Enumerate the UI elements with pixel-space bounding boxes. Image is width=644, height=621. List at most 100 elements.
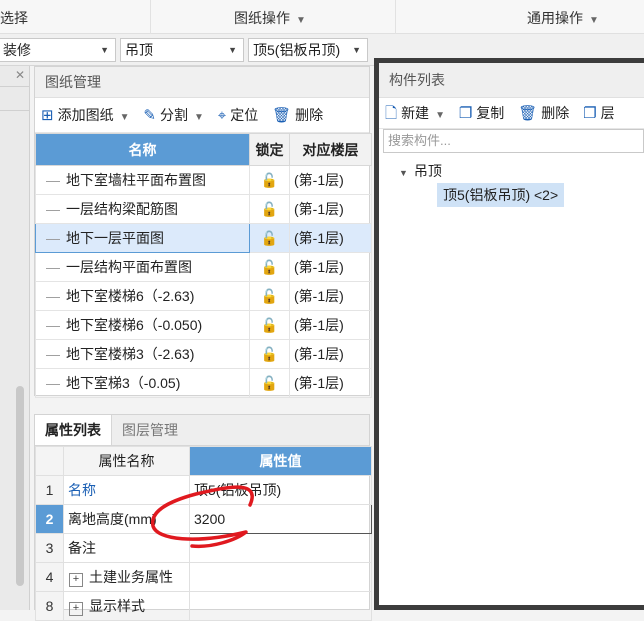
tab-property-list[interactable]: 属性列表: [35, 415, 112, 445]
chevron-down-icon: ▼: [228, 45, 237, 55]
ribbon-toolbar: 选择 图纸操作 ▼ 通用操作 ▼: [0, 0, 644, 34]
ribbon-divider: [395, 0, 396, 34]
type-select-value: 吊顶: [125, 42, 153, 58]
table-header-row: 属性名称 属性值: [35, 446, 372, 476]
table-row[interactable]: — 地下室楼梯6（-0.050) 🔓 (第-1层): [35, 310, 372, 340]
property-table: 属性名称 属性值 1 名称 顶5(铝板吊顶) 2 离地高度(mm) 3200 3…: [35, 446, 372, 621]
close-icon[interactable]: ✕: [15, 68, 25, 82]
add-drawing-label: 添加图纸: [57, 107, 114, 123]
locate-button[interactable]: ⌖ 定位: [218, 98, 258, 133]
add-drawing-button[interactable]: ⊞ 添加图纸 ▼: [41, 98, 129, 135]
chevron-down-icon[interactable]: ▼: [399, 168, 408, 178]
table-row[interactable]: 8 + 显示样式: [35, 591, 372, 621]
general-ops-menu[interactable]: 通用操作 ▼: [527, 8, 599, 28]
select-group-label[interactable]: 选择: [0, 8, 28, 28]
component-tree: ▼ 吊顶 顶5(铝板吊顶) <2>: [379, 159, 644, 207]
table-row[interactable]: 4 + 土建业务属性: [35, 562, 372, 592]
table-row[interactable]: — 地下室楼梯3（-2.63) 🔓 (第-1层): [35, 339, 372, 369]
ribbon-divider: [150, 0, 151, 34]
category-select-value: 装修: [3, 42, 31, 58]
new-component-label: 新建: [401, 105, 430, 121]
table-row[interactable]: — 地下室梯3（-0.05) 🔓 (第-1层): [35, 368, 372, 398]
column-header-floor[interactable]: 对应楼层: [289, 133, 372, 166]
property-value: [189, 591, 372, 621]
column-header-name[interactable]: 名称: [35, 133, 250, 166]
lock-icon[interactable]: 🔓: [249, 339, 290, 369]
drawing-ops-menu[interactable]: 图纸操作 ▼: [234, 8, 306, 28]
expand-icon[interactable]: +: [69, 602, 83, 616]
chevron-down-icon: ▼: [435, 110, 445, 121]
component-select[interactable]: 顶5(铝板吊顶) ▼: [248, 38, 368, 62]
category-select[interactable]: 装修 ▼: [0, 38, 116, 62]
locate-icon: ⌖: [217, 107, 227, 124]
tab-layer-management[interactable]: 图层管理: [112, 415, 188, 445]
left-side-panel: ✕: [0, 66, 30, 610]
chevron-down-icon: ▼: [100, 45, 109, 55]
layer-button[interactable]: ❐ 层: [583, 98, 614, 129]
split-label: 分割: [159, 107, 188, 123]
split-icon: ✎: [143, 107, 156, 124]
lock-icon[interactable]: 🔓: [249, 310, 290, 340]
tree-connector: —: [46, 317, 60, 333]
drawing-floor: (第-1层): [289, 281, 372, 311]
table-row[interactable]: — 地下室墙柱平面布置图 🔓 (第-1层): [35, 165, 372, 195]
drawing-floor: (第-1层): [289, 252, 372, 282]
lock-icon[interactable]: 🔓: [249, 165, 290, 195]
split-button[interactable]: ✎ 分割 ▼: [143, 98, 203, 135]
table-row[interactable]: — 一层结构梁配筋图 🔓 (第-1层): [35, 194, 372, 224]
tree-connector: —: [46, 288, 60, 304]
drawing-floor: (第-1层): [289, 310, 372, 340]
delete-button[interactable]: 🗑 删除: [272, 98, 323, 133]
delete-label: 删除: [295, 107, 324, 123]
property-value[interactable]: 顶5(铝板吊顶): [189, 475, 372, 505]
table-row-selected[interactable]: — 地下一层平面图 🔓 (第-1层): [35, 223, 372, 253]
tree-connector: —: [46, 201, 60, 217]
tree-group[interactable]: ▼ 吊顶: [399, 159, 644, 183]
column-header-lock[interactable]: 锁定: [249, 133, 290, 166]
header-spacer: [35, 446, 64, 476]
drawing-floor: (第-1层): [289, 165, 372, 195]
row-number: 3: [35, 533, 64, 563]
tree-connector: —: [46, 259, 60, 275]
table-row[interactable]: — 地下室楼梯6（-2.63) 🔓 (第-1层): [35, 281, 372, 311]
chevron-down-icon: ▼: [589, 15, 599, 26]
drawing-name: 地下室楼梯6（-0.050): [66, 317, 203, 333]
lock-icon[interactable]: 🔓: [249, 281, 290, 311]
component-toolbar: 🗋 新建 ▼ ❐ 复制 🗑 删除 ❐ 层: [379, 98, 644, 129]
drawing-name: 地下室楼梯3（-2.63): [66, 346, 195, 362]
scrollbar-thumb[interactable]: [16, 386, 24, 586]
copy-icon: ❐: [458, 105, 473, 122]
copy-button[interactable]: ❐ 复制: [459, 98, 504, 129]
new-file-icon: 🗋: [385, 105, 398, 122]
lock-icon[interactable]: 🔓: [249, 194, 290, 224]
new-component-button[interactable]: 🗋 新建 ▼: [385, 98, 445, 131]
drawing-name: 地下室楼梯6（-2.63): [66, 288, 195, 304]
table-row[interactable]: 3 备注: [35, 533, 372, 563]
column-header-property-name: 属性名称: [63, 446, 190, 476]
property-value[interactable]: [189, 533, 372, 563]
lock-icon[interactable]: 🔓: [249, 368, 290, 398]
row-number: 8: [35, 591, 64, 621]
lock-icon[interactable]: 🔓: [249, 252, 290, 282]
table-row-selected[interactable]: 2 离地高度(mm) 3200: [35, 504, 372, 534]
height-value-input[interactable]: 3200: [189, 504, 372, 534]
chevron-down-icon: ▼: [193, 112, 204, 123]
row-number: 4: [35, 562, 64, 592]
drawing-management-panel: 图纸管理 ⊞ 添加图纸 ▼ ✎ 分割 ▼ ⌖ 定位 🗑 删除 名称 锁定 对应楼层 — 地下室…: [34, 66, 372, 398]
tree-connector: —: [46, 346, 60, 362]
type-select[interactable]: 吊顶 ▼: [120, 38, 244, 62]
trash-icon: 🗑: [272, 107, 292, 124]
layer-label: 层: [600, 105, 615, 121]
delete-component-button[interactable]: 🗑 删除: [518, 98, 569, 129]
property-tabs: 属性列表 图层管理: [35, 415, 369, 446]
table-row[interactable]: — 一层结构平面布置图 🔓 (第-1层): [35, 252, 372, 282]
lock-icon[interactable]: 🔓: [249, 223, 290, 253]
search-component-input[interactable]: 搜索构件...: [383, 129, 644, 153]
drawing-name: 一层结构平面布置图: [66, 259, 192, 275]
expand-icon[interactable]: +: [69, 573, 83, 587]
table-row[interactable]: 1 名称 顶5(铝板吊顶): [35, 475, 372, 505]
tree-item[interactable]: 顶5(铝板吊顶) <2>: [399, 183, 644, 207]
panel-title: 构件列表: [379, 63, 644, 98]
drawing-table: 名称 锁定 对应楼层 — 地下室墙柱平面布置图 🔓 (第-1层) — 一层结构梁配筋…: [35, 133, 372, 398]
drawing-name: 地下一层平面图: [66, 230, 164, 246]
